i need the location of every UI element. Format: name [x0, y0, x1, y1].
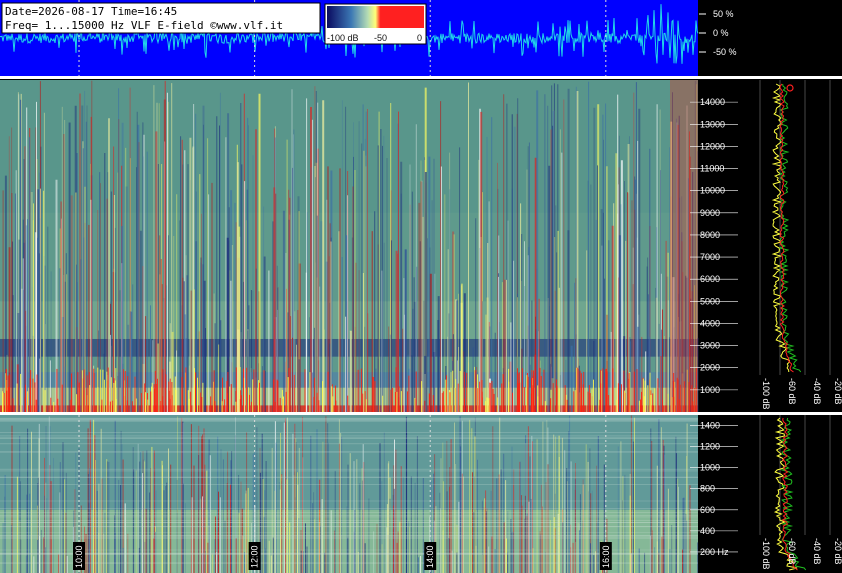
waveform-y-label: -50 % — [713, 47, 737, 57]
spectrogram-low-y-label: 200 Hz — [700, 547, 729, 557]
spectrum-x-label: -60 dB — [787, 378, 797, 405]
spectrogram-full-y-label: 8000 — [700, 230, 720, 240]
vlf-spectrogram-display: Date=2026-08-17 Time=16:45 Freq= 1...150… — [0, 0, 842, 573]
spectrogram-full-y-label: 3000 — [700, 341, 720, 351]
spectrogram-band — [0, 415, 698, 510]
info-line-date: Date=2026-08-17 Time=16:45 — [5, 5, 177, 18]
waveform-y-labels: 50 % 0 % -50 % — [699, 9, 737, 57]
spectrogram-full-y-label: 12000 — [700, 141, 725, 151]
spectrum-x-label: -100 dB — [761, 538, 771, 570]
time-label: 16:00 — [601, 545, 611, 568]
spectrogram-low-y-label: 400 — [700, 526, 715, 536]
spectrum-x-label: -60 dB — [787, 538, 797, 565]
colorbar-label-min: -100 dB — [327, 33, 359, 43]
spectrogram-low-panel: 200 Hz 400 600 800 1000 1200 1400 10:00 12:00 14… — [0, 415, 738, 573]
spectrum-x-label: -20 dB — [833, 378, 842, 405]
spectrogram-full-y-label: 11000 — [700, 164, 724, 174]
spectrogram-edge-noise — [670, 80, 698, 412]
spectrogram-full-y-label: 4000 — [700, 318, 720, 328]
spectrogram-full-y-label: 10000 — [700, 186, 725, 196]
spectrum-low-panel: -100 dB -60 dB -40 dB -20 dB — [759, 415, 842, 571]
spectrogram-full-panel: 1000 2000 3000 4000 5000 6000 7000 8000 9000 1000… — [0, 80, 738, 412]
spectrum-full-x-labels: -100 dB -60 dB -40 dB -20 dB — [761, 378, 842, 410]
spectrum-full-grid — [759, 80, 831, 375]
spectrogram-full-y-label: 5000 — [700, 296, 720, 306]
spectrogram-low-y-label: 1000 — [700, 463, 720, 473]
colorbar-gradient — [327, 6, 424, 28]
spectrogram-full-y-label: 2000 — [700, 363, 720, 373]
spectrogram-full-y-label: 7000 — [700, 252, 720, 262]
spectrum-full-panel: -100 dB -60 dB -40 dB -20 dB — [759, 80, 842, 410]
colorbar-label-mid: -50 — [374, 33, 387, 43]
spectrogram-full-y-label: 1000 — [700, 385, 720, 395]
waveform-y-label: 50 % — [713, 9, 734, 19]
spectrogram-low-y-label: 600 — [700, 505, 715, 515]
time-label: 12:00 — [250, 545, 260, 568]
time-label: 14:00 — [425, 545, 435, 568]
spectrogram-low-y-label: 1200 — [700, 442, 720, 452]
info-header: Date=2026-08-17 Time=16:45 Freq= 1...150… — [1, 2, 321, 34]
spectrum-x-label: -100 dB — [761, 378, 771, 410]
spectrum-x-label: -20 dB — [833, 538, 842, 565]
info-line-freq: Freq= 1...15000 Hz VLF E-field ©www.vlf.… — [5, 19, 283, 32]
spectrogram-full-y-label: 13000 — [700, 119, 725, 129]
waveform-y-label: 0 % — [713, 28, 729, 38]
colorbar: -100 dB -50 0 — [324, 3, 427, 45]
spectrum-x-label: -40 dB — [812, 378, 822, 405]
spectrogram-low-y-label: 1400 — [700, 421, 720, 431]
panel-separator-mid — [0, 412, 842, 415]
spectrogram-full-y-label: 14000 — [700, 97, 725, 107]
spectrogram-full-y-label: 9000 — [700, 208, 720, 218]
panel-separator-top — [0, 76, 842, 79]
spectrogram-low-y-label: 800 — [700, 484, 715, 494]
colorbar-label-max: 0 — [417, 33, 422, 43]
vlf-monitor-screen: Date=2026-08-17 Time=16:45 Freq= 1...150… — [0, 0, 842, 573]
spectrum-full-marker — [786, 84, 794, 92]
spectrum-low-x-labels: -100 dB -60 dB -40 dB -20 dB — [761, 538, 842, 570]
time-label: 10:00 — [74, 545, 84, 568]
spectrum-low-grid — [759, 415, 831, 535]
spectrum-x-label: -40 dB — [812, 538, 822, 565]
spectrogram-full-y-label: 6000 — [700, 274, 720, 284]
